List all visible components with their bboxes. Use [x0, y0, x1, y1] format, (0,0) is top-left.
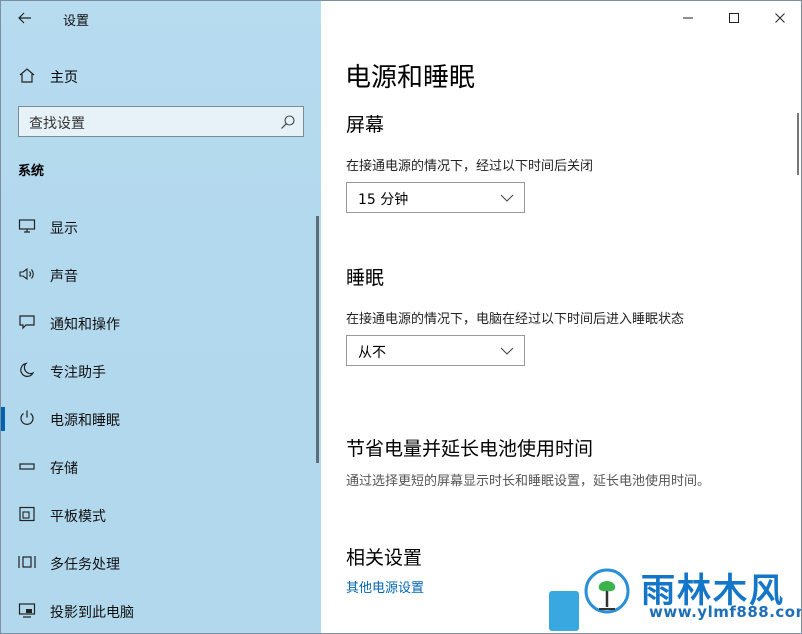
- sidebar-item-focus-assist[interactable]: 专注助手: [1, 347, 321, 395]
- minimize-icon: [683, 17, 693, 19]
- close-icon: [775, 13, 785, 23]
- speaker-icon: [17, 265, 37, 283]
- tablet-icon: [17, 505, 37, 523]
- home-label: 主页: [50, 70, 78, 86]
- sidebar-item-label: 通知和操作: [50, 317, 120, 333]
- settings-window: 设置 主页 查找设置 系统 显示 声音 通知和操作 专注助手 电源和睡眠 存储 …: [0, 0, 802, 634]
- storage-icon: [17, 457, 37, 475]
- sidebar-nav: 显示 声音 通知和操作 专注助手 电源和睡眠 存储 平板模式 多任务处理 投影到…: [1, 203, 321, 633]
- active-indicator: [1, 407, 5, 431]
- back-arrow-icon: [18, 12, 31, 24]
- multitask-icon: [17, 553, 37, 571]
- sidebar-item-label: 电源和睡眠: [50, 413, 120, 429]
- caption-buttons: [665, 1, 801, 35]
- sidebar-item-storage[interactable]: 存储: [1, 443, 321, 491]
- search-input[interactable]: 查找设置: [18, 106, 304, 137]
- sidebar-item-tablet-mode[interactable]: 平板模式: [1, 491, 321, 539]
- sleep-timeout-value: 从不: [358, 345, 386, 361]
- save-power-description: 通过选择更短的屏幕显示时长和睡眠设置，延长电池使用时间。: [346, 474, 711, 489]
- section-label-system: 系统: [18, 164, 45, 179]
- notification-icon: [17, 313, 37, 331]
- screen-description: 在接通电源的情况下，经过以下时间后关闭: [346, 159, 594, 174]
- power-icon: [17, 409, 37, 427]
- monitor-icon: [17, 217, 37, 235]
- minimize-button[interactable]: [665, 1, 711, 35]
- save-power-heading: 节省电量并延长电池使用时间: [346, 438, 594, 460]
- sleep-timeout-select[interactable]: 从不: [346, 335, 525, 366]
- sidebar-item-label: 专注助手: [50, 365, 106, 381]
- sidebar-item-label: 存储: [50, 461, 78, 477]
- sidebar-item-project-to-pc[interactable]: 投影到此电脑: [1, 587, 321, 633]
- main-scrollbar[interactable]: [797, 113, 799, 175]
- sleep-heading: 睡眠: [346, 267, 385, 289]
- project-icon: [17, 601, 37, 619]
- maximize-icon: [729, 13, 739, 23]
- sidebar-item-display[interactable]: 显示: [1, 203, 321, 251]
- sidebar-scrollbar[interactable]: [316, 216, 319, 463]
- main-content: 电源和睡眠 屏幕 在接通电源的情况下，经过以下时间后关闭 15 分钟 睡眠 在接…: [321, 1, 801, 633]
- chevron-down-icon: [500, 347, 514, 355]
- page-title: 电源和睡眠: [345, 63, 476, 93]
- close-button[interactable]: [757, 1, 801, 35]
- bird-icon: [549, 591, 579, 631]
- additional-power-settings-link[interactable]: 其他电源设置: [346, 577, 424, 596]
- sidebar-item-multitasking[interactable]: 多任务处理: [1, 539, 321, 587]
- related-settings-heading: 相关设置: [346, 547, 423, 569]
- maximize-button[interactable]: [711, 1, 757, 35]
- sleep-description: 在接通电源的情况下，电脑在经过以下时间后进入睡眠状态: [346, 312, 685, 327]
- sidebar-item-label: 显示: [50, 221, 78, 237]
- sidebar-item-label: 平板模式: [50, 509, 106, 525]
- search-placeholder: 查找设置: [29, 116, 85, 132]
- moon-icon: [17, 361, 37, 379]
- title-bar: 设置: [1, 1, 321, 35]
- watermark-url: www.ylmf888.com: [649, 603, 802, 621]
- screen-timeout-select[interactable]: 15 分钟: [346, 182, 525, 213]
- sidebar-item-power-sleep[interactable]: 电源和睡眠: [1, 395, 321, 443]
- tree-logo-icon: [584, 568, 630, 614]
- back-button[interactable]: [11, 6, 39, 30]
- chevron-down-icon: [500, 194, 514, 202]
- sidebar: 设置 主页 查找设置 系统 显示 声音 通知和操作 专注助手 电源和睡眠 存储 …: [1, 1, 321, 633]
- search-icon: [281, 115, 295, 129]
- sidebar-item-label: 声音: [50, 269, 78, 285]
- sidebar-item-notifications[interactable]: 通知和操作: [1, 299, 321, 347]
- screen-heading: 屏幕: [346, 114, 385, 136]
- sidebar-item-sound[interactable]: 声音: [1, 251, 321, 299]
- screen-timeout-value: 15 分钟: [358, 192, 409, 208]
- app-title: 设置: [63, 14, 90, 29]
- home-icon: [19, 68, 35, 83]
- home-nav-item[interactable]: 主页: [1, 61, 321, 89]
- sidebar-item-label: 多任务处理: [50, 557, 120, 573]
- sidebar-item-label: 投影到此电脑: [50, 605, 134, 621]
- watermark: 雨林木风 www.ylmf888.com: [549, 561, 802, 633]
